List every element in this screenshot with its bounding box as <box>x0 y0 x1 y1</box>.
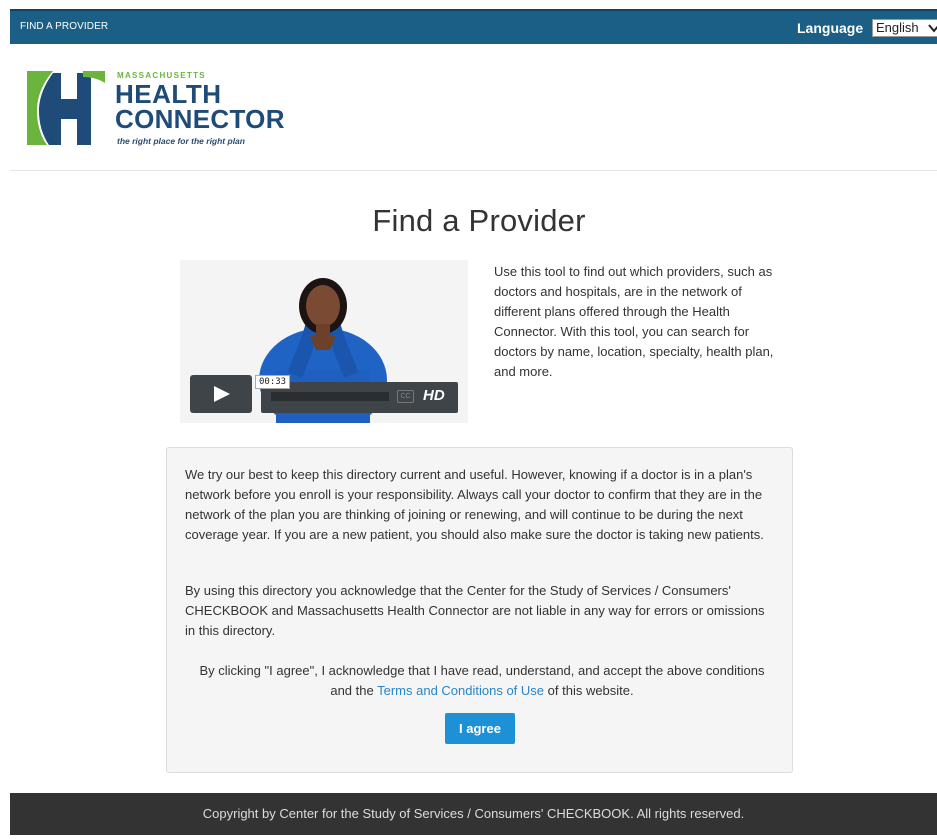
play-button[interactable] <box>190 375 252 413</box>
logo-connector: CONNECTOR <box>115 104 285 134</box>
language-label: Language <box>797 20 864 36</box>
disclaimer-paragraph-1: We try our best to keep this directory c… <box>185 467 764 542</box>
consent-text: By clicking "I agree", I acknowledge tha… <box>197 661 767 701</box>
consent-text-after: of this website. <box>544 683 634 698</box>
terms-link[interactable]: Terms and Conditions of Use <box>377 683 544 698</box>
breadcrumb[interactable]: FIND A PROVIDER <box>20 21 108 32</box>
hd-toggle[interactable]: HD <box>423 387 445 404</box>
header-divider <box>10 170 937 171</box>
top-bar: FIND A PROVIDER Language English <box>10 9 937 44</box>
health-connector-logo[interactable]: MASSACHUSETTS HEALTH CONNECTOR the right… <box>27 69 284 149</box>
logo-mark-icon <box>27 71 105 145</box>
logo-tagline: the right place for the right plan <box>117 136 245 146</box>
video-controls: CC HD <box>261 382 458 413</box>
disclaimer-panel: We try our best to keep this directory c… <box>166 447 793 773</box>
disclaimer-paragraph-2: By using this directory you acknowledge … <box>185 583 765 638</box>
footer: Copyright by Center for the Study of Ser… <box>10 793 937 835</box>
language-select[interactable]: English <box>872 19 937 37</box>
video-timecode: 00:33 <box>255 375 291 389</box>
language-selected-value: English <box>876 20 919 35</box>
copyright-text: Copyright by Center for the Study of Ser… <box>202 806 745 821</box>
play-icon <box>214 386 230 402</box>
closed-captions-icon[interactable]: CC <box>397 390 414 403</box>
page-title: Find a Provider <box>372 203 586 238</box>
intro-text: Use this tool to find out which provider… <box>494 264 774 379</box>
video-player[interactable]: CC HD 00:33 <box>180 260 468 423</box>
agree-button[interactable]: I agree <box>445 713 515 744</box>
chevron-down-icon <box>928 24 937 33</box>
progress-track[interactable] <box>271 392 389 401</box>
